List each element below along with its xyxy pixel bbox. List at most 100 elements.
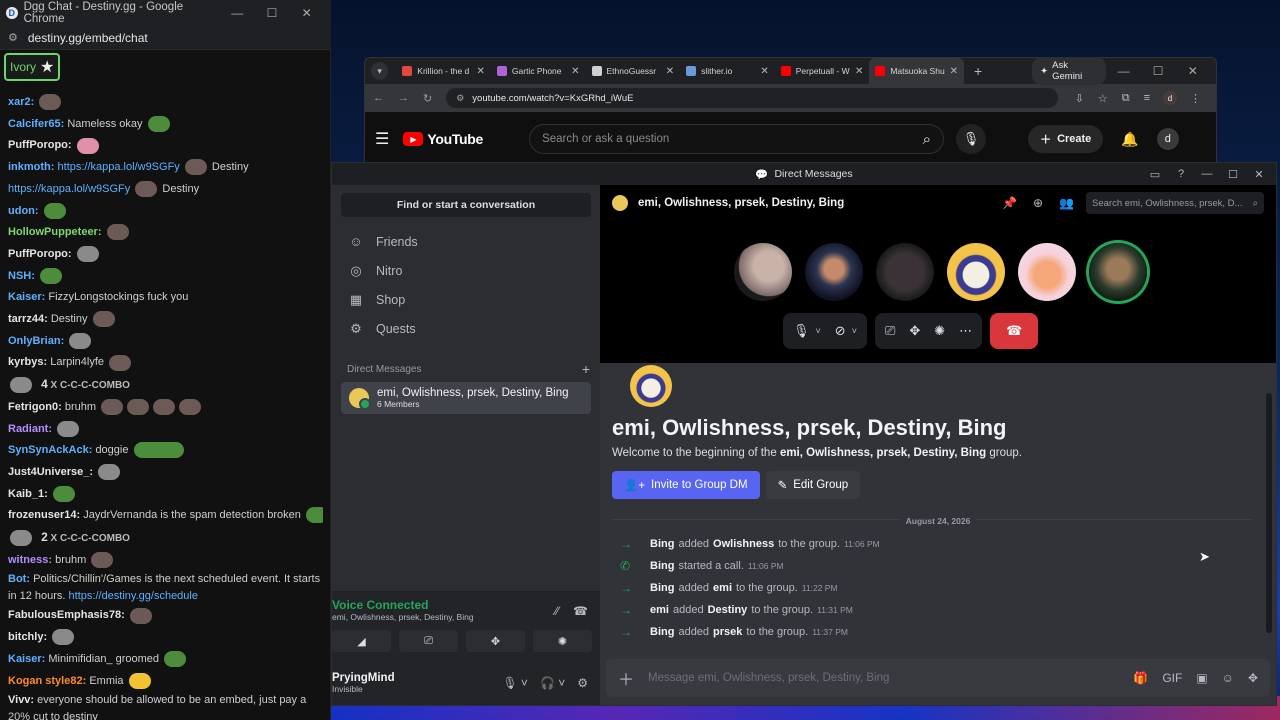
message-target[interactable]: Destiny [708, 604, 748, 616]
maximize-button[interactable]: ☐ [1141, 64, 1176, 78]
chat-nick[interactable]: PuffPoropo: [8, 248, 72, 260]
minimize-button[interactable]: — [1194, 168, 1220, 180]
participant-avatar[interactable] [734, 243, 792, 301]
back-icon[interactable]: ← [373, 92, 384, 104]
browser-tab[interactable]: slither.io ✕ [680, 58, 775, 84]
bookmark-star-icon[interactable]: ☆ [1098, 92, 1108, 105]
noise-suppression-icon[interactable]: ⁄⁄ [555, 604, 559, 618]
site-info-icon[interactable]: ⚙ [456, 93, 464, 104]
chat-nick[interactable]: OnlyBrian: [8, 335, 64, 347]
install-app-icon[interactable]: ⇩ [1075, 92, 1084, 105]
address-bar[interactable]: ⚙ youtube.com/watch?v=KxGRhd_iWuE [446, 88, 1058, 108]
chat-nick[interactable]: Kogan style82: [8, 675, 86, 687]
browser-tab[interactable]: EthnoGuessr ✕ [586, 58, 681, 84]
close-button[interactable]: ✕ [1246, 168, 1272, 181]
participant-avatar-speaking[interactable] [1089, 243, 1147, 301]
user-badge[interactable]: Ivory ★ [4, 53, 61, 81]
chat-nick[interactable]: SynSynAckAck: [8, 444, 92, 456]
chat-nick[interactable]: bitchly: [8, 631, 47, 643]
browser-tab[interactable]: Gartic Phone ✕ [491, 58, 586, 84]
chat-nick[interactable]: Just4Universe_: [8, 466, 93, 478]
maximize-button[interactable]: ☐ [1220, 168, 1246, 181]
find-conversation-button[interactable]: Find or start a conversation [341, 193, 591, 217]
chat-nick[interactable]: udon: [8, 205, 39, 217]
add-friends-icon[interactable]: ⊕ [1033, 196, 1043, 210]
chat-link[interactable]: https://kappa.lol/w9SGFy [8, 183, 130, 195]
nav-item-friends[interactable]: ☺ Friends [340, 227, 592, 256]
voice-search-icon[interactable]: 🎙 [956, 124, 987, 154]
extensions-icon[interactable]: ⧉ [1122, 92, 1130, 105]
soundboard-button[interactable]: ✺ [533, 630, 592, 652]
upload-plus-icon[interactable]: ＋ [618, 666, 634, 690]
close-icon[interactable]: ✕ [855, 66, 863, 77]
chat-link[interactable]: https://kappa.lol/w9SGFy [58, 161, 180, 173]
edit-group-button[interactable]: ✎ Edit Group [765, 471, 861, 499]
chat-nick[interactable]: HollowPuppeteer: [8, 226, 102, 238]
chat-nick[interactable]: kyrbys: [8, 356, 47, 368]
hamburger-menu-icon[interactable]: ☰ [375, 129, 389, 149]
chat-nick[interactable]: Bot: [8, 573, 30, 585]
browser-tab[interactable]: Krillion - the d ✕ [396, 58, 491, 84]
search-input[interactable]: Search emi, Owlishness, prsek, D... ⌕ [1086, 192, 1264, 214]
nav-item-quests[interactable]: ⚙ Quests [340, 314, 592, 343]
soundboard-icon[interactable]: ✺ [934, 323, 945, 339]
settings-gear-icon[interactable]: ⚙ [577, 676, 588, 690]
more-menu-icon[interactable]: ⋮ [1190, 92, 1201, 105]
youtube-logo[interactable]: ▶ YouTube [403, 131, 483, 147]
message-composer[interactable]: ＋ Message emi, Owlishness, prsek, Destin… [606, 659, 1270, 697]
message-scrollbar[interactable] [1266, 393, 1272, 633]
chat-nick[interactable]: Calcifer65: [8, 118, 64, 130]
new-tab-button[interactable]: + [974, 63, 982, 79]
message-target[interactable]: Owlishness [713, 538, 774, 550]
chat-nick[interactable]: xar2: [8, 96, 34, 108]
youtube-search-input[interactable]: Search or ask a question ⌕ [529, 124, 945, 154]
chat-nick[interactable]: frozenuser14: [8, 509, 80, 521]
close-icon[interactable]: ✕ [666, 66, 674, 77]
more-options-icon[interactable]: ⋯ [959, 323, 972, 339]
create-button[interactable]: ＋ Create [1028, 125, 1104, 153]
chevron-down-icon[interactable]: ˅ [816, 326, 821, 336]
disconnect-icon[interactable]: ☎ [573, 604, 588, 618]
message-author[interactable]: Bing [650, 582, 674, 594]
sticker-icon[interactable]: ▣ [1196, 671, 1207, 685]
chat-url-bar[interactable]: ⚙ destiny.gg/embed/chat [0, 26, 330, 50]
participant-avatar[interactable] [805, 243, 863, 301]
chat-link[interactable]: https://destiny.gg/schedule [69, 590, 198, 602]
pinned-messages-icon[interactable]: 📌 [1002, 196, 1017, 210]
message-target[interactable]: prsek [713, 626, 742, 638]
chat-message-list[interactable]: xar2: Calcifer65: Nameless okay PuffPoro… [0, 92, 331, 720]
share-screen-button[interactable]: ⎚ [399, 630, 458, 652]
profile-avatar[interactable]: d [1163, 91, 1177, 105]
camera-button[interactable]: ◢ [332, 630, 391, 652]
voice-status[interactable]: Voice Connected [332, 598, 474, 612]
gift-icon[interactable]: 🎁 [1133, 671, 1148, 685]
hang-up-button[interactable]: ☎ [990, 313, 1039, 349]
close-icon[interactable]: ✕ [950, 66, 958, 77]
chat-nick[interactable]: tarrz44: [8, 313, 48, 325]
microphone-icon[interactable]: 🎙 [793, 323, 810, 339]
close-icon[interactable]: ✕ [571, 66, 579, 77]
share-screen-icon[interactable]: ⎚ [885, 323, 895, 339]
activities-button[interactable]: ✥ [466, 630, 525, 652]
media-controls-icon[interactable]: ≡ [1144, 92, 1150, 104]
forward-icon[interactable]: → [398, 92, 409, 104]
dm-group-entry[interactable]: emi, Owlishness, prsek, Destiny, Bing 6 … [341, 382, 591, 414]
microphone-icon[interactable]: 🎙 ˅ [502, 676, 528, 690]
chat-nick[interactable]: PuffPoropo: [8, 139, 72, 151]
search-icon[interactable]: ⌕ [923, 131, 931, 148]
chat-nick[interactable]: inkmoth: [8, 161, 54, 173]
close-icon[interactable]: ✕ [477, 66, 485, 77]
participant-avatar[interactable] [947, 243, 1005, 301]
minimize-button[interactable]: — [1106, 64, 1141, 78]
close-button[interactable]: ✕ [1175, 64, 1210, 78]
chat-nick[interactable]: FabulousEmphasis78: [8, 609, 125, 621]
chat-nick[interactable]: Kaiser: [8, 291, 45, 303]
message-author[interactable]: Bing [650, 626, 674, 638]
close-icon[interactable]: ✕ [760, 66, 768, 77]
activities-icon[interactable]: ✥ [909, 323, 920, 339]
chat-nick[interactable]: Radiant: [8, 423, 52, 435]
maximize-button[interactable]: ☐ [255, 6, 290, 20]
help-icon[interactable]: ? [1168, 168, 1194, 180]
gif-icon[interactable]: GIF [1162, 671, 1182, 685]
nav-item-nitro[interactable]: ◎ Nitro [340, 256, 592, 285]
